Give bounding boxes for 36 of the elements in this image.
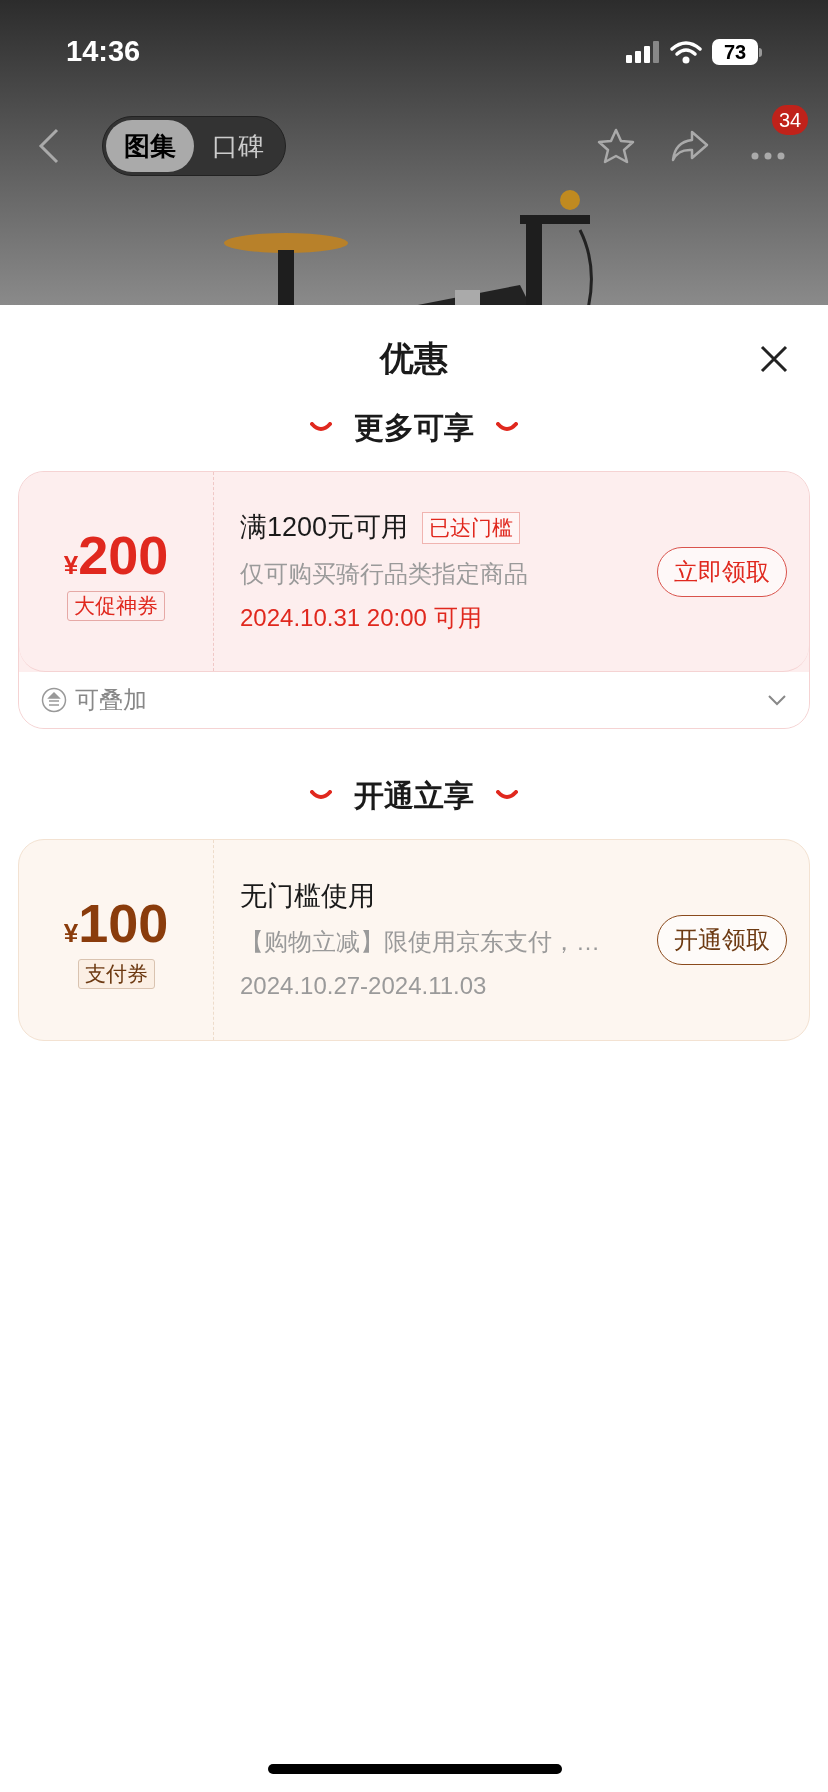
chevron-down-icon[interactable] <box>767 694 787 706</box>
back-icon[interactable] <box>38 128 60 164</box>
threshold-badge: 已达门槛 <box>422 511 521 544</box>
claim-button[interactable]: 立即领取 <box>657 546 787 597</box>
claim-button[interactable]: 开通领取 <box>657 915 787 965</box>
battery-indicator: 73 <box>712 39 758 65</box>
coupon-validity: 2024.10.31 20:00 可用 <box>240 602 483 633</box>
currency-symbol: ¥ <box>63 549 79 582</box>
wifi-icon <box>670 40 702 64</box>
coupon-amount: 200 <box>78 523 169 587</box>
smile-icon <box>310 422 332 432</box>
coupon-description: 【购物立减】限使用京东支付，… <box>240 927 601 958</box>
section-heading: 开通立享 <box>354 777 474 814</box>
coupon-validity: 2024.10.27-2024.11.03 <box>240 971 488 1002</box>
sheet-title: 优惠 <box>380 337 448 379</box>
coupon-type-tag: 支付券 <box>77 959 155 989</box>
coupon-type-tag: 大促神券 <box>67 590 165 621</box>
section-heading: 更多可享 <box>354 409 474 446</box>
status-time: 14:36 <box>66 34 141 70</box>
signal-icon <box>626 41 660 63</box>
stack-icon <box>41 687 67 713</box>
stackable-label: 可叠加 <box>75 685 147 715</box>
coupon-title: 满1200元可用 <box>240 511 409 545</box>
tab[interactable]: 图集 <box>106 120 194 172</box>
share-icon[interactable] <box>670 129 710 163</box>
close-icon[interactable] <box>760 345 788 373</box>
smile-icon <box>310 790 332 800</box>
currency-symbol: ¥ <box>63 918 79 950</box>
star-icon[interactable] <box>596 127 636 165</box>
smile-icon <box>496 422 518 432</box>
more-icon[interactable] <box>750 151 786 161</box>
coupon-amount: 100 <box>78 892 169 955</box>
smile-icon <box>496 790 518 800</box>
coupon-title: 无门槛使用 <box>240 879 375 913</box>
tab[interactable]: 口碑 <box>194 120 282 172</box>
coupon-description: 仅可购买骑行品类指定商品 <box>240 558 529 589</box>
